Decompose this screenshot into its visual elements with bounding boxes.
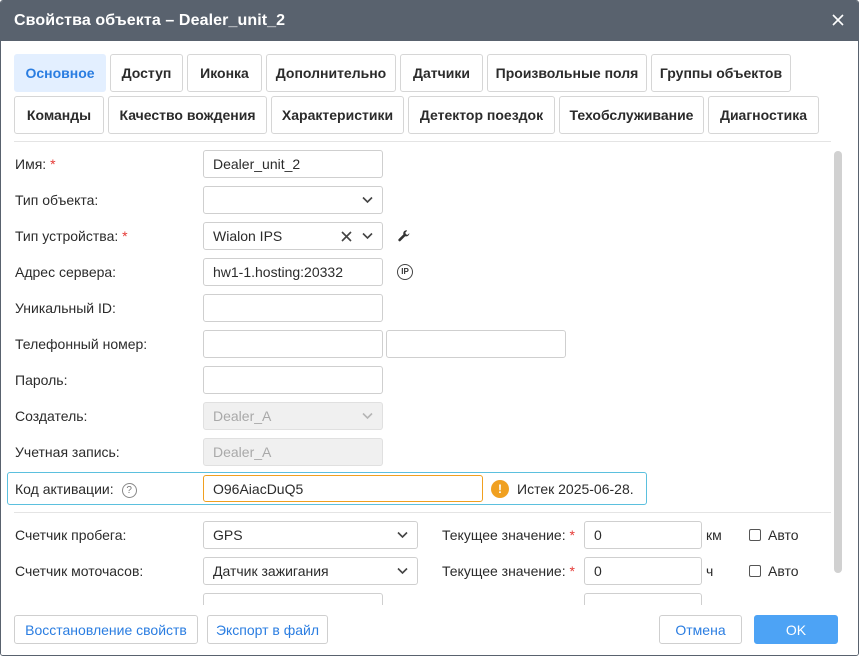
activation-code-input[interactable]: O96AiacDuQ5 [203, 475, 483, 502]
object-type-label: Тип объекта: [15, 192, 99, 208]
close-icon[interactable] [830, 12, 846, 28]
tab-object-groups[interactable]: Группы объектов [651, 54, 791, 92]
engine-hours-auto-label: Авто [768, 563, 799, 579]
phone-label: Телефонный номер: [15, 336, 148, 352]
dialog-title: Свойства объекта – Dealer_unit_2 [14, 12, 286, 29]
clear-icon[interactable] [341, 231, 352, 242]
chevron-down-icon [397, 531, 408, 539]
mileage-current-label: Текущее значение: * [442, 527, 575, 543]
activation-code-row: Код активации:? O96AiacDuQ5 ! Истек 2025… [7, 472, 647, 505]
engine-hours-current-input[interactable]: 0 [584, 557, 702, 585]
tab-advanced[interactable]: Дополнительно [266, 54, 396, 92]
restore-properties-button[interactable]: Восстановление свойств [14, 615, 198, 644]
engine-hours-label: Счетчик моточасов: [15, 563, 144, 579]
tab-icon[interactable]: Иконка [187, 54, 262, 92]
activation-code-label: Код активации:? [15, 481, 137, 498]
device-type-label: Тип устройства: * [15, 228, 128, 244]
creator-select: Dealer_A [203, 402, 383, 430]
chevron-down-icon [362, 232, 373, 240]
tab-commands[interactable]: Команды [14, 96, 104, 134]
tab-maintenance[interactable]: Техобслуживание [559, 96, 704, 134]
object-properties-dialog: Свойства объекта – Dealer_unit_2 Основно… [0, 0, 859, 656]
chevron-down-icon [362, 196, 373, 204]
mileage-counter-select[interactable]: GPS [203, 521, 418, 549]
cancel-button[interactable]: Отмена [659, 615, 742, 644]
mileage-unit: км [706, 527, 722, 543]
tab-diagnostics[interactable]: Диагностика [708, 96, 819, 134]
section-divider [14, 512, 831, 513]
account-label: Учетная запись: [15, 444, 120, 460]
activation-warning-text: Истек 2025-06-28. [517, 480, 634, 497]
tab-driving-quality[interactable]: Качество вождения [108, 96, 267, 134]
tab-access[interactable]: Доступ [110, 54, 183, 92]
mileage-counter-label: Счетчик пробега: [15, 527, 127, 543]
engine-hours-auto-checkbox[interactable] [749, 565, 761, 577]
tab-basic[interactable]: Основное [14, 54, 106, 92]
mileage-current-input[interactable]: 0 [584, 521, 702, 549]
chevron-down-icon [397, 567, 408, 575]
tabs-divider [14, 141, 831, 142]
tab-trip-detector[interactable]: Детектор поездок [408, 96, 555, 134]
unique-id-input[interactable] [203, 294, 383, 322]
export-to-file-button[interactable]: Экспорт в файл [207, 615, 328, 644]
vertical-scrollbar[interactable] [834, 151, 842, 573]
warning-icon: ! [491, 479, 509, 498]
name-input[interactable]: Dealer_unit_2 [203, 150, 383, 178]
password-label: Пароль: [15, 372, 68, 388]
dialog-footer: Восстановление свойств Экспорт в файл От… [1, 605, 858, 655]
mileage-auto-checkbox[interactable] [749, 529, 761, 541]
ok-button[interactable]: OK [754, 615, 838, 644]
creator-label: Создатель: [15, 408, 88, 424]
password-input[interactable] [203, 366, 383, 394]
tab-sensors[interactable]: Датчики [400, 54, 483, 92]
object-type-select[interactable] [203, 186, 383, 214]
chevron-down-icon [362, 412, 373, 420]
activation-warning: ! Истек 2025-06-28. [491, 473, 634, 504]
mileage-auto-label: Авто [768, 527, 799, 543]
device-type-select[interactable]: Wialon IPS [203, 222, 383, 250]
phone-input-2[interactable] [386, 330, 566, 358]
unique-id-label: Уникальный ID: [15, 300, 116, 316]
server-address-label: Адрес сервера: [15, 264, 117, 280]
engine-hours-select[interactable]: Датчик зажигания [203, 557, 418, 585]
tab-custom-fields[interactable]: Произвольные поля [487, 54, 647, 92]
ip-icon[interactable]: IP [397, 264, 413, 280]
title-bar[interactable]: Свойства объекта – Dealer_unit_2 [1, 1, 858, 41]
tab-characteristics[interactable]: Характеристики [271, 96, 404, 134]
server-address-field[interactable]: hw1-1.hosting:20332 [203, 258, 383, 286]
help-icon[interactable]: ? [121, 482, 137, 498]
wrench-icon[interactable] [397, 229, 411, 243]
phone-input-1[interactable] [203, 330, 383, 358]
name-label: Имя: * [15, 156, 56, 172]
engine-hours-current-label: Текущее значение: * [442, 563, 575, 579]
engine-hours-unit: ч [706, 563, 714, 579]
account-field: Dealer_A [203, 438, 383, 466]
